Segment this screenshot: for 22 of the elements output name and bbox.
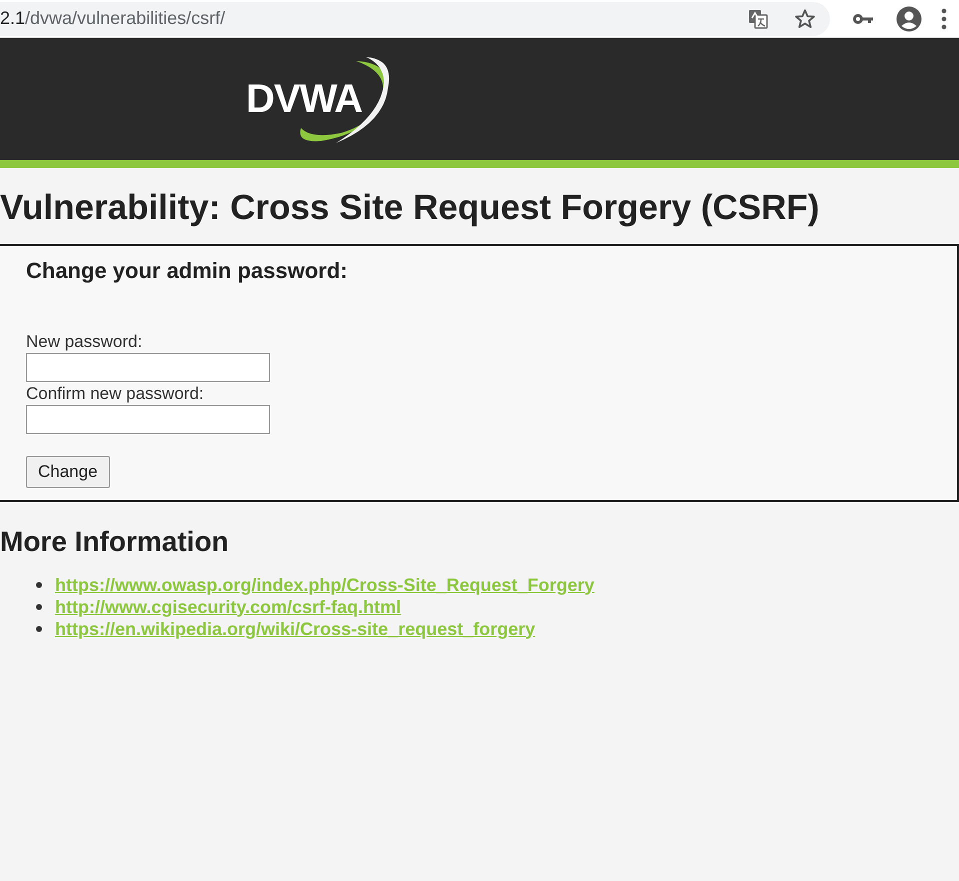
info-link[interactable]: https://www.owasp.org/index.php/Cross-Site_Request_Forgery <box>55 574 594 596</box>
section-heading: More Information <box>0 526 230 558</box>
change-button[interactable]: Change <box>26 456 110 488</box>
bullet-dot <box>36 582 42 588</box>
more-icon[interactable] <box>941 8 947 30</box>
bullet-dot <box>36 626 42 632</box>
info-link[interactable]: http://www.cgisecurity.com/csrf-faq.html <box>55 596 402 618</box>
info-link[interactable]: https://en.wikipedia.org/wiki/Cross-site_request_forgery <box>55 618 536 640</box>
key-icon[interactable] <box>852 12 874 26</box>
password-field[interactable] <box>26 405 270 434</box>
bullet-dot <box>36 604 42 610</box>
page-title: Vulnerability: Cross Site Request Forgery (CSRF) <box>0 188 820 228</box>
password-field[interactable] <box>26 353 270 382</box>
logo-text: DVWA <box>246 76 362 122</box>
field-label: New password: <box>26 332 142 352</box>
address-bar[interactable]: 2.1/dvwa/vulnerabilities/csrf/ <box>0 2 830 36</box>
field-label: Confirm new password: <box>26 384 204 404</box>
star-icon[interactable] <box>794 8 816 30</box>
form-heading: Change your admin password: <box>26 258 348 284</box>
url-text: 2.1/dvwa/vulnerabilities/csrf/ <box>0 8 226 29</box>
translate-icon[interactable] <box>748 8 768 28</box>
account-icon[interactable] <box>896 6 922 32</box>
